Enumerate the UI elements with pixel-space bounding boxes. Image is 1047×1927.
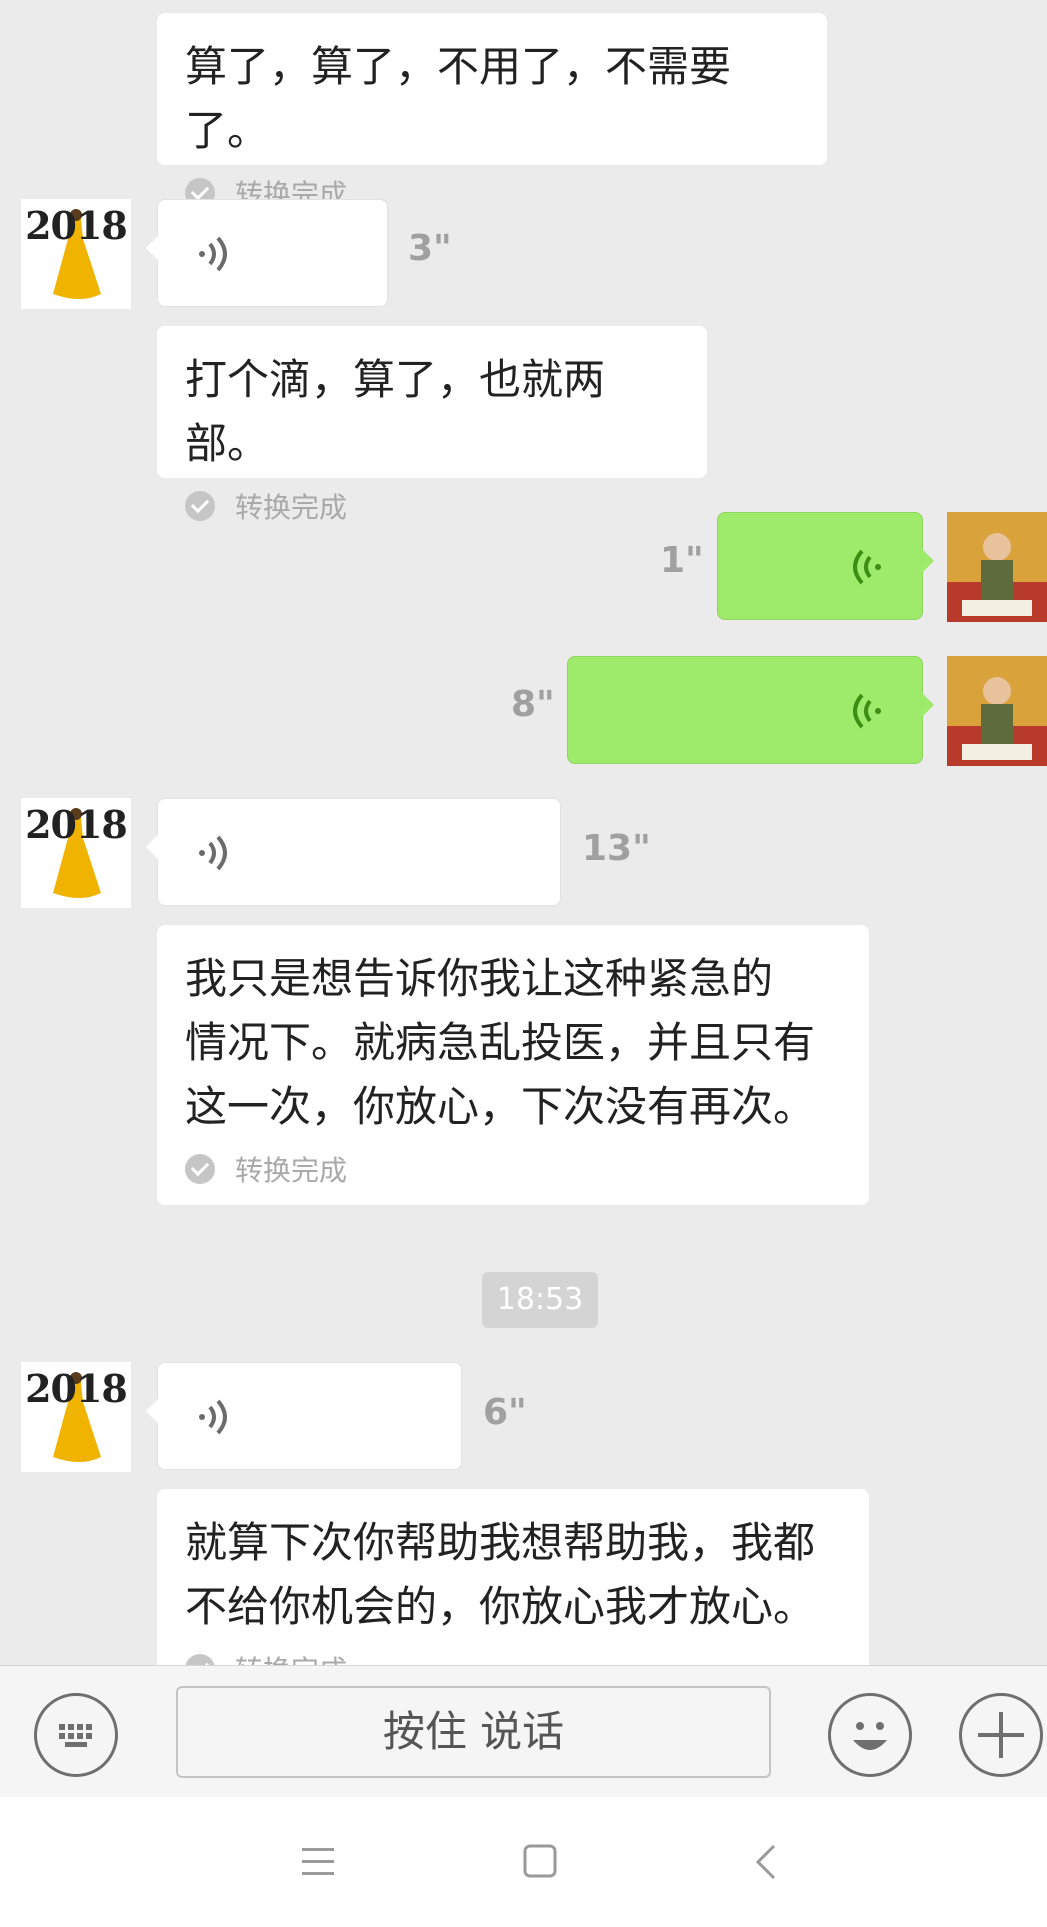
- my-avatar[interactable]: [947, 656, 1047, 766]
- voice-message-bubble[interactable]: [146, 798, 561, 906]
- plus-button[interactable]: [959, 1693, 1043, 1777]
- contact-avatar[interactable]: 2018: [21, 798, 131, 908]
- keyboard-button[interactable]: [34, 1693, 118, 1777]
- chat-area[interactable]: 算了，算了，不用了，不需要了。 转换完成 2018 3" 打个滴，算了，也就两部…: [0, 0, 1047, 1665]
- voice-duration: 13": [582, 828, 651, 869]
- transcript-line: 就算下次你帮助我想帮助我，我都: [185, 1518, 816, 1567]
- check-icon: [185, 491, 215, 521]
- transcript-text: 打个滴，算了，也就两部。: [185, 355, 606, 468]
- transcript-card: 我只是想告诉你我让这种紧急的 情况下。就病急乱投医，并且只有 这一次，你放心，下…: [157, 925, 869, 1205]
- back-chevron-icon[interactable]: [752, 1842, 782, 1882]
- hold-to-talk-button[interactable]: 按住 说话: [176, 1686, 771, 1778]
- transcript-status: 转换完成: [185, 486, 679, 526]
- transcript-line: 我只是想告诉你我让这种紧急的: [185, 954, 774, 1003]
- voice-duration: 8": [511, 684, 555, 725]
- plus-icon: [978, 1712, 1024, 1758]
- voice-message-bubble-sent[interactable]: [717, 512, 934, 620]
- voice-duration: 3": [408, 228, 452, 269]
- transcript-line: 情况下。就病急乱投医，并且只有: [185, 1018, 816, 1067]
- emoji-button[interactable]: [828, 1693, 912, 1777]
- avatar-poster-graphic: [947, 512, 1047, 622]
- check-icon: [185, 1154, 215, 1184]
- transcript-card: 算了，算了，不用了，不需要了。 转换完成: [157, 13, 827, 211]
- transcript-card: 打个滴，算了，也就两部。 转换完成: [157, 326, 707, 524]
- voice-duration: 1": [660, 540, 704, 581]
- voice-wave-icon: [199, 236, 227, 272]
- transcript-status-label: 转换完成: [235, 1649, 347, 1665]
- transcript-line: 不给你机会的，你放心我才放心。: [185, 1582, 816, 1631]
- menu-icon[interactable]: [300, 1842, 336, 1882]
- my-avatar[interactable]: [947, 512, 1047, 622]
- voice-duration: 6": [483, 1392, 527, 1433]
- voice-message-bubble[interactable]: [146, 1362, 462, 1470]
- avatar-poster-graphic: [947, 656, 1047, 766]
- voice-message-bubble-sent[interactable]: [567, 656, 934, 764]
- check-icon: [185, 1654, 215, 1665]
- input-bar: 按住 说话: [0, 1665, 1047, 1798]
- transcript-status: 转换完成: [185, 1649, 841, 1665]
- transcript-text: 算了，算了，不用了，不需要了。: [185, 42, 732, 155]
- voice-wave-icon: [199, 1399, 227, 1435]
- keyboard-icon: [59, 1724, 92, 1747]
- avatar-year-text: 2018: [25, 203, 128, 248]
- emoji-icon: [853, 1722, 887, 1750]
- transcript-status-label: 转换完成: [235, 1154, 348, 1187]
- voice-wave-icon: [853, 693, 881, 729]
- transcript-line: 这一次，你放心，下次没有再次。: [185, 1082, 816, 1131]
- voice-wave-icon: [199, 835, 227, 871]
- voice-wave-icon: [853, 549, 881, 585]
- timestamp: 18:53: [482, 1272, 598, 1328]
- transcript-card: 就算下次你帮助我想帮助我，我都 不给你机会的，你放心我才放心。 转换完成: [157, 1489, 869, 1665]
- transcript-status-label: 转换完成: [235, 491, 348, 524]
- avatar-year-text: 2018: [25, 802, 128, 847]
- contact-avatar[interactable]: 2018: [21, 199, 131, 309]
- transcript-status: 转换完成: [185, 1149, 841, 1189]
- home-square-icon[interactable]: [522, 1842, 558, 1882]
- contact-avatar[interactable]: 2018: [21, 1362, 131, 1472]
- voice-message-bubble[interactable]: [146, 199, 388, 307]
- system-nav-bar: [0, 1797, 1047, 1927]
- avatar-year-text: 2018: [25, 1366, 128, 1411]
